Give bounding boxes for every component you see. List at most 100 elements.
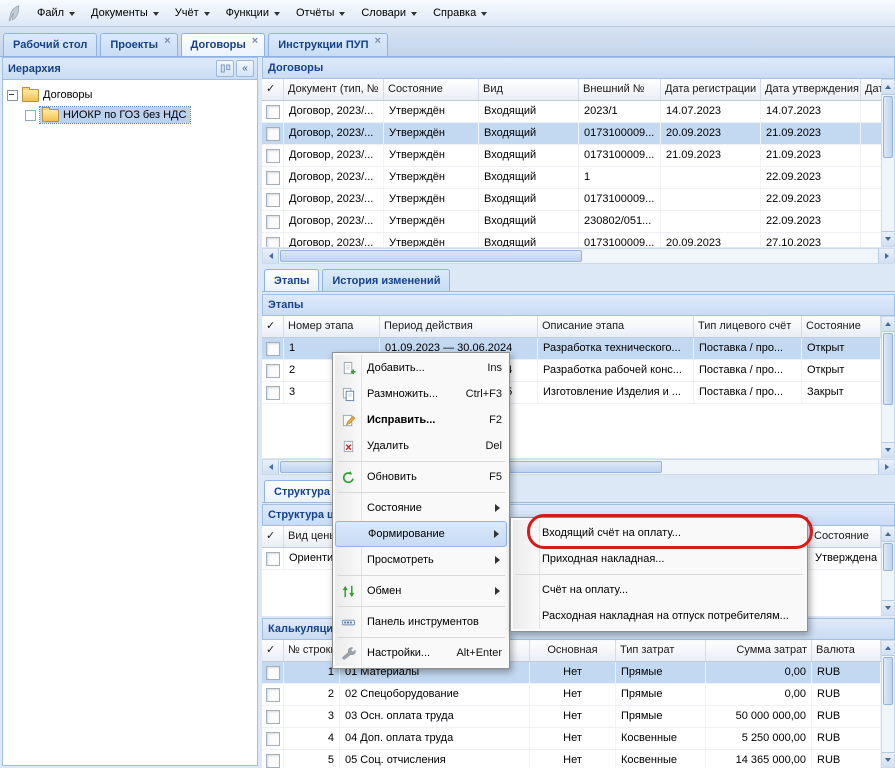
menu-item[interactable]: Добавить...Ins bbox=[335, 355, 507, 381]
scroll-left-button[interactable] bbox=[263, 460, 279, 474]
column-header[interactable]: Дата bbox=[861, 79, 881, 100]
column-header[interactable]: Период действия bbox=[380, 316, 538, 337]
close-icon[interactable]: × bbox=[252, 37, 258, 46]
scroll-thumb[interactable] bbox=[280, 250, 582, 262]
column-header[interactable]: ✓ bbox=[262, 526, 284, 547]
column-header[interactable]: Документ (тип, № bbox=[284, 79, 384, 100]
row-checkbox[interactable] bbox=[266, 386, 280, 400]
scroll-up-button[interactable] bbox=[882, 80, 894, 95]
structure-vertical-scrollbar[interactable] bbox=[881, 526, 895, 616]
column-header[interactable]: ✓ bbox=[262, 79, 284, 100]
menu-item[interactable]: Просмотреть bbox=[335, 547, 507, 573]
calc-vertical-scrollbar[interactable] bbox=[881, 640, 895, 768]
table-row[interactable]: Договор, 2023/...УтверждёнВходящий017310… bbox=[262, 189, 881, 211]
scroll-thumb[interactable] bbox=[883, 333, 893, 405]
menu-item[interactable]: Размножить...Ctrl+F3 bbox=[335, 381, 507, 407]
scroll-thumb[interactable] bbox=[883, 543, 893, 571]
close-icon[interactable]: × bbox=[375, 37, 381, 46]
scroll-up-button[interactable] bbox=[882, 317, 894, 332]
menu-item[interactable]: Состояние bbox=[335, 495, 507, 521]
row-checkbox[interactable] bbox=[266, 171, 280, 185]
tab-projects[interactable]: Проекты× bbox=[100, 33, 177, 56]
column-header[interactable]: Дата регистрации bbox=[661, 79, 761, 100]
scroll-down-button[interactable] bbox=[882, 752, 894, 767]
scroll-down-button[interactable] bbox=[882, 442, 894, 457]
hierarchy-settings-button[interactable] bbox=[216, 60, 234, 77]
menubar-item[interactable]: Словари bbox=[353, 3, 425, 23]
table-row[interactable]: 505 Соц. отчисленияНетКосвенные14 365 00… bbox=[262, 750, 881, 768]
scroll-up-button[interactable] bbox=[882, 527, 894, 542]
column-header[interactable]: Вид bbox=[479, 79, 579, 100]
column-header[interactable]: Состояние bbox=[802, 316, 881, 337]
table-row[interactable]: Договор, 2023/...УтверждёнВходящий017310… bbox=[262, 123, 881, 145]
row-checkbox[interactable] bbox=[266, 105, 280, 119]
table-row[interactable]: 303 Осн. оплата трудаНетПрямые50 000 000… bbox=[262, 706, 881, 728]
row-checkbox[interactable] bbox=[266, 149, 280, 163]
tab-desktop[interactable]: Рабочий стол bbox=[3, 33, 97, 56]
menubar-item[interactable]: Функции bbox=[218, 3, 288, 23]
stages-vertical-scrollbar[interactable] bbox=[881, 316, 895, 458]
tree-node-contracts[interactable]: Договоры bbox=[7, 85, 255, 105]
row-checkbox[interactable] bbox=[266, 342, 280, 356]
row-checkbox[interactable] bbox=[266, 193, 280, 207]
scroll-thumb[interactable] bbox=[883, 96, 893, 158]
table-row[interactable]: Договор, 2023/...УтверждёнВходящий017310… bbox=[262, 233, 881, 247]
menu-item[interactable]: Расходная накладная на отпуск потребител… bbox=[513, 603, 805, 629]
column-header[interactable]: Валюта bbox=[812, 640, 881, 661]
row-checkbox[interactable] bbox=[266, 688, 280, 702]
menubar-item[interactable]: Справка bbox=[425, 3, 495, 23]
scroll-down-button[interactable] bbox=[882, 600, 894, 615]
menu-item[interactable]: Формирование bbox=[335, 521, 507, 547]
menubar-item[interactable]: Отчёты bbox=[288, 3, 353, 23]
menu-item[interactable]: УдалитьDel bbox=[335, 433, 507, 459]
menu-item[interactable]: Настройки...Alt+Enter bbox=[335, 640, 507, 666]
scroll-thumb[interactable] bbox=[883, 657, 893, 705]
column-header[interactable]: Состояние bbox=[384, 79, 479, 100]
menubar-item[interactable]: Файл bbox=[29, 3, 83, 23]
collapse-icon[interactable] bbox=[7, 90, 18, 101]
menu-item[interactable]: Счёт на оплату... bbox=[513, 577, 805, 603]
row-checkbox[interactable] bbox=[266, 127, 280, 141]
tab-structure[interactable]: Структура bbox=[264, 480, 340, 502]
table-row[interactable]: 202 СпецоборудованиеНетПрямые0,00RUB bbox=[262, 684, 881, 706]
row-checkbox[interactable] bbox=[266, 754, 280, 768]
column-header[interactable]: Тип лицевого счёт bbox=[694, 316, 802, 337]
row-checkbox[interactable] bbox=[266, 710, 280, 724]
row-checkbox[interactable] bbox=[266, 732, 280, 746]
scroll-right-button[interactable] bbox=[878, 460, 894, 474]
row-checkbox[interactable] bbox=[266, 215, 280, 229]
tab-contracts[interactable]: Договоры× bbox=[181, 33, 266, 56]
scroll-down-button[interactable] bbox=[882, 231, 894, 246]
column-header[interactable]: Внешний № bbox=[579, 79, 661, 100]
menu-item[interactable]: Исправить...F2 bbox=[335, 407, 507, 433]
row-checkbox[interactable] bbox=[266, 364, 280, 378]
menubar-item[interactable]: Учёт bbox=[167, 3, 218, 23]
row-checkbox[interactable] bbox=[266, 666, 280, 680]
contracts-vertical-scrollbar[interactable] bbox=[881, 79, 895, 247]
column-header[interactable]: Основная bbox=[530, 640, 616, 661]
menu-item[interactable]: Панель инструментов bbox=[335, 609, 507, 635]
column-header[interactable]: Описание этапа bbox=[538, 316, 694, 337]
table-row[interactable]: Договор, 2023/...УтверждёнВходящий230802… bbox=[262, 211, 881, 233]
scroll-right-button[interactable] bbox=[878, 249, 894, 263]
column-header[interactable]: Состояние bbox=[810, 526, 881, 547]
row-checkbox[interactable] bbox=[266, 552, 280, 566]
collapse-panel-button[interactable]: « bbox=[236, 60, 254, 77]
row-checkbox[interactable] bbox=[266, 237, 280, 248]
contracts-horizontal-scrollbar[interactable] bbox=[262, 248, 895, 264]
column-header[interactable]: Тип затрат bbox=[616, 640, 706, 661]
menu-item[interactable]: Приходная накладная... bbox=[513, 546, 805, 572]
menu-item-annotated[interactable]: Входящий счёт на оплату... bbox=[513, 520, 805, 546]
menu-item[interactable]: ОбновитьF5 bbox=[335, 464, 507, 490]
column-header[interactable]: ✓ bbox=[262, 640, 284, 661]
tab-stages[interactable]: Этапы bbox=[264, 269, 319, 291]
column-header[interactable]: Сумма затрат bbox=[706, 640, 812, 661]
close-icon[interactable]: × bbox=[164, 37, 170, 46]
tree-node-niokr[interactable]: НИОКР по ГОЗ без НДС bbox=[25, 105, 255, 125]
column-header[interactable]: Номер этапа bbox=[284, 316, 380, 337]
menu-item[interactable]: Обмен bbox=[335, 578, 507, 604]
table-row[interactable]: 404 Доп. оплата трудаНетКосвенные5 250 0… bbox=[262, 728, 881, 750]
tab-instructions-pup[interactable]: Инструкции ПУП× bbox=[268, 33, 388, 56]
column-header[interactable]: Дата утверждения bbox=[761, 79, 861, 100]
menubar-item[interactable]: Документы bbox=[83, 3, 167, 23]
